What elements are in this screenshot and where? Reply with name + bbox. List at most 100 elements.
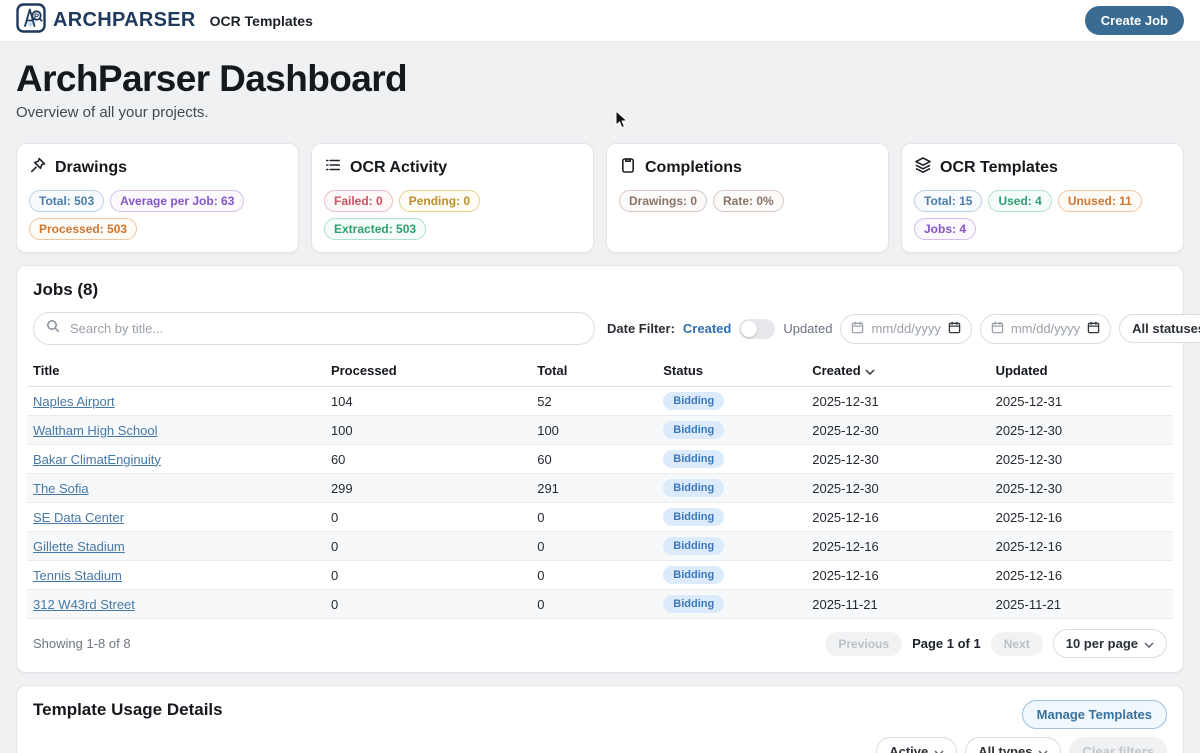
stat-card-drawings: Drawings Total: 503Average per Job: 63Pr…: [16, 143, 299, 253]
pagination: Previous Page 1 of 1 Next 10 per page: [825, 629, 1167, 658]
search-icon: [46, 319, 60, 338]
job-title-link[interactable]: SE Data Center: [33, 510, 124, 525]
jobs-table-body: Naples Airport10452Bidding2025-12-312025…: [27, 387, 1173, 619]
search-box[interactable]: [33, 312, 595, 345]
statuses-dropdown[interactable]: All statuses: [1119, 314, 1200, 343]
types-filter-dropdown[interactable]: All types: [965, 737, 1061, 753]
types-filter-label: All types: [978, 744, 1032, 753]
processed-value: 104: [325, 387, 531, 416]
column-header-processed: Processed: [325, 355, 531, 387]
page-title: ArchParser Dashboard: [16, 58, 1184, 100]
status-badge: Bidding: [663, 595, 724, 613]
table-row: Naples Airport10452Bidding2025-12-312025…: [27, 387, 1173, 416]
date-placeholder: mm/dd/yyyy: [871, 321, 940, 336]
table-row: Waltham High School100100Bidding2025-12-…: [27, 416, 1173, 445]
stat-card-completions: Completions Drawings: 0Rate: 0%: [606, 143, 889, 253]
job-title-link[interactable]: Gillette Stadium: [33, 539, 125, 554]
stat-badges: Drawings: 0Rate: 0%: [619, 190, 876, 212]
column-header-created[interactable]: Created: [806, 355, 989, 387]
updated-value: 2025-11-21: [990, 590, 1173, 619]
updated-value: 2025-12-31: [990, 387, 1173, 416]
page-info: Page 1 of 1: [912, 636, 981, 651]
processed-value: 0: [325, 503, 531, 532]
calendar-picker-icon[interactable]: [948, 321, 961, 337]
date-from-input[interactable]: mm/dd/yyyy: [840, 314, 971, 344]
column-header-updated: Updated: [990, 355, 1173, 387]
brand-name: ARCHPARSER: [53, 9, 196, 32]
processed-value: 299: [325, 474, 531, 503]
stat-card-title: Completions: [645, 159, 742, 177]
manage-templates-button[interactable]: Manage Templates: [1022, 700, 1167, 729]
active-filter-dropdown[interactable]: Active: [876, 737, 957, 753]
total-value: 60: [531, 445, 657, 474]
date-filter-label: Date Filter:: [607, 321, 675, 336]
job-title-link[interactable]: 312 W43rd Street: [33, 597, 135, 612]
created-value: 2025-11-21: [806, 590, 989, 619]
processed-value: 0: [325, 532, 531, 561]
stat-badge: Unused: 11: [1058, 190, 1142, 212]
next-page-button[interactable]: Next: [991, 632, 1043, 656]
active-filter-label: Active: [889, 744, 928, 753]
processed-value: 0: [325, 590, 531, 619]
job-title-link[interactable]: Bakar ClimatEnginuity: [33, 452, 161, 467]
date-filter-updated-label: Updated: [783, 321, 832, 336]
job-title-link[interactable]: Waltham High School: [33, 423, 158, 438]
stat-badge: Total: 15: [914, 190, 982, 212]
stat-badge: Rate: 0%: [713, 190, 784, 212]
date-placeholder: mm/dd/yyyy: [1011, 321, 1080, 336]
jobs-panel: Jobs (8) Date Filter: Created Updated mm…: [16, 265, 1184, 673]
stat-card-ocr-templates: OCR Templates Total: 15 Used: 4 Unused: 11…: [901, 143, 1184, 253]
archparser-logo-icon: P: [16, 3, 46, 38]
updated-value: 2025-12-16: [990, 532, 1173, 561]
status-badge: Bidding: [663, 421, 724, 439]
created-value: 2025-12-30: [806, 416, 989, 445]
chevron-down-icon: [934, 744, 944, 753]
created-value: 2025-12-30: [806, 445, 989, 474]
updated-value: 2025-12-16: [990, 561, 1173, 590]
layers-icon: [914, 156, 932, 179]
stat-badge: Failed: 0: [324, 190, 393, 212]
jobs-table: Title Processed Total Status Created Upd…: [27, 355, 1173, 619]
sort-desc-icon: [865, 363, 875, 378]
previous-page-button[interactable]: Previous: [825, 632, 902, 656]
clear-filters-button[interactable]: Clear filters: [1069, 737, 1167, 753]
created-value: 2025-12-31: [806, 387, 989, 416]
stat-card-title: OCR Activity: [350, 159, 447, 177]
total-value: 0: [531, 561, 657, 590]
status-badge: Bidding: [663, 508, 724, 526]
per-page-dropdown[interactable]: 10 per page: [1053, 629, 1167, 658]
list-icon: [324, 156, 342, 179]
total-value: 0: [531, 503, 657, 532]
stat-badges: Total: 503Average per Job: 63Processed: …: [29, 190, 286, 240]
total-value: 0: [531, 532, 657, 561]
date-to-input[interactable]: mm/dd/yyyy: [980, 314, 1111, 344]
statuses-dropdown-label: All statuses: [1132, 321, 1200, 336]
stat-badge: Extracted: 503: [324, 218, 426, 240]
table-row: Bakar ClimatEnginuity6060Bidding2025-12-…: [27, 445, 1173, 474]
showing-count: Showing 1-8 of 8: [33, 636, 131, 651]
stat-badge: Used: 4: [988, 190, 1051, 212]
created-value: 2025-12-16: [806, 503, 989, 532]
create-job-button[interactable]: Create Job: [1085, 6, 1184, 35]
main-content: ArchParser Dashboard Overview of all you…: [0, 42, 1200, 753]
stat-card-title: OCR Templates: [940, 159, 1058, 177]
jobs-table-footer: Showing 1-8 of 8 Previous Page 1 of 1 Ne…: [33, 629, 1167, 658]
templates-filter-row: Active All types Clear filters: [33, 737, 1167, 753]
stat-cards-row: Drawings Total: 503Average per Job: 63Pr…: [16, 143, 1184, 253]
job-title-link[interactable]: Tennis Stadium: [33, 568, 122, 583]
total-value: 291: [531, 474, 657, 503]
job-title-link[interactable]: The Sofia: [33, 481, 89, 496]
table-row: SE Data Center00Bidding2025-12-162025-12…: [27, 503, 1173, 532]
processed-value: 100: [325, 416, 531, 445]
chevron-down-icon: [1038, 744, 1048, 753]
stat-card-title: Drawings: [55, 159, 127, 177]
processed-value: 60: [325, 445, 531, 474]
templates-panel: Template Usage Details Manage Templates …: [16, 685, 1184, 753]
search-input[interactable]: [68, 320, 582, 337]
total-value: 0: [531, 590, 657, 619]
date-filter-toggle[interactable]: [739, 319, 775, 339]
table-row: The Sofia299291Bidding2025-12-302025-12-…: [27, 474, 1173, 503]
brand-logo[interactable]: P ARCHPARSER: [16, 3, 196, 38]
job-title-link[interactable]: Naples Airport: [33, 394, 115, 409]
calendar-picker-icon[interactable]: [1087, 321, 1100, 337]
